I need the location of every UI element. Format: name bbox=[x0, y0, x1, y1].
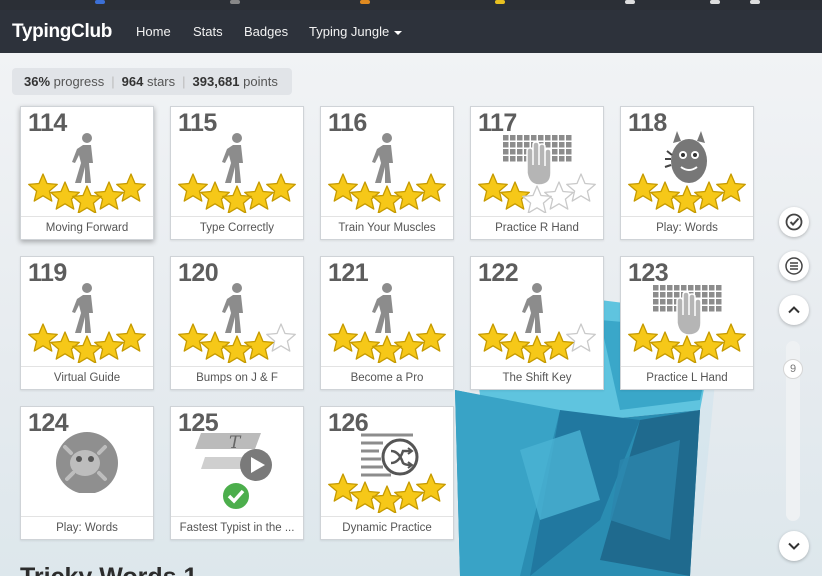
hamburger-menu-icon bbox=[785, 257, 803, 275]
progress-summary: 36% progress | 964 stars | 393,681 point… bbox=[12, 68, 292, 95]
star-filled-icon bbox=[716, 323, 746, 352]
star-filled-icon bbox=[478, 173, 508, 202]
points-count: 393,681 points bbox=[192, 74, 278, 89]
lesson-card-115[interactable]: 115 Type Correctly bbox=[170, 106, 304, 240]
completed-check-icon bbox=[221, 481, 251, 511]
lesson-card-123[interactable]: 123 Practice L Hand bbox=[620, 256, 754, 390]
lesson-title: Practice R Hand bbox=[471, 216, 603, 239]
lesson-title: Type Correctly bbox=[171, 216, 303, 239]
star-filled-icon bbox=[628, 323, 658, 352]
star-rating bbox=[178, 323, 296, 363]
browser-chrome-strip bbox=[0, 0, 822, 10]
star-filled-icon bbox=[328, 173, 358, 202]
star-rating bbox=[628, 173, 746, 213]
nav-badges-link[interactable]: Badges bbox=[244, 24, 288, 39]
star-empty-icon bbox=[266, 323, 296, 352]
star-filled-icon bbox=[116, 173, 146, 202]
check-progress-button[interactable] bbox=[779, 207, 809, 237]
star-filled-icon bbox=[328, 473, 358, 502]
star-filled-icon bbox=[416, 473, 446, 502]
star-filled-icon bbox=[672, 185, 702, 213]
game-character-icon bbox=[21, 429, 153, 494]
scroll-up-button[interactable] bbox=[779, 295, 809, 325]
lesson-card-125[interactable]: 125 T Fastest Typist in the ... bbox=[170, 406, 304, 540]
typing-jungle-label: Typing Jungle bbox=[309, 24, 390, 39]
lesson-title: The Shift Key bbox=[471, 366, 603, 389]
nav-typing-jungle-dropdown[interactable]: Typing Jungle bbox=[309, 24, 403, 39]
star-rating bbox=[628, 323, 746, 363]
lesson-title: Moving Forward bbox=[21, 216, 153, 239]
star-filled-icon bbox=[72, 185, 102, 213]
star-filled-icon bbox=[222, 185, 252, 213]
star-rating bbox=[28, 323, 146, 363]
star-filled-icon bbox=[116, 323, 146, 352]
star-filled-icon bbox=[372, 185, 402, 213]
star-filled-icon bbox=[628, 173, 658, 202]
lesson-card-122[interactable]: 122 The Shift Key bbox=[470, 256, 604, 390]
section-heading: Tricky Words 1 bbox=[20, 563, 197, 576]
lesson-card-124[interactable]: 124 Play: Words bbox=[20, 406, 154, 540]
lesson-title: Play: Words bbox=[621, 216, 753, 239]
star-rating bbox=[328, 173, 446, 213]
star-filled-icon bbox=[28, 173, 58, 202]
star-filled-icon bbox=[522, 335, 552, 363]
menu-button[interactable] bbox=[779, 251, 809, 281]
lesson-title: Train Your Muscles bbox=[321, 216, 453, 239]
lesson-title: Virtual Guide bbox=[21, 366, 153, 389]
lesson-title: Practice L Hand bbox=[621, 366, 753, 389]
level-scroll-marker[interactable]: 9 bbox=[783, 359, 803, 379]
star-filled-icon bbox=[672, 335, 702, 363]
check-circle-icon bbox=[785, 213, 803, 231]
star-rating bbox=[478, 323, 596, 363]
star-empty-icon bbox=[566, 323, 596, 352]
nav-stats-link[interactable]: Stats bbox=[193, 24, 223, 39]
star-empty-icon bbox=[566, 173, 596, 202]
lesson-card-117[interactable]: 117 Practice R Hand bbox=[470, 106, 604, 240]
star-filled-icon bbox=[372, 335, 402, 363]
chevron-up-icon bbox=[788, 306, 800, 314]
star-filled-icon bbox=[416, 173, 446, 202]
lesson-title: Dynamic Practice bbox=[321, 516, 453, 539]
star-rating bbox=[328, 323, 446, 363]
svg-text:T: T bbox=[229, 433, 242, 453]
star-filled-icon bbox=[222, 335, 252, 363]
star-filled-icon bbox=[28, 323, 58, 352]
lesson-card-114[interactable]: 114 Moving Forward bbox=[20, 106, 154, 240]
top-navbar: TypingClub Home Stats Badges Typing Jung… bbox=[0, 10, 822, 53]
lesson-card-121[interactable]: 121 Become a Pro bbox=[320, 256, 454, 390]
star-filled-icon bbox=[178, 173, 208, 202]
brand-logo[interactable]: TypingClub bbox=[12, 21, 112, 43]
star-empty-icon bbox=[522, 185, 552, 213]
lesson-card-119[interactable]: 119 Virtual Guide bbox=[20, 256, 154, 390]
star-filled-icon bbox=[178, 323, 208, 352]
nav-home-link[interactable]: Home bbox=[136, 24, 171, 39]
star-rating bbox=[478, 173, 596, 213]
lesson-card-120[interactable]: 120 Bumps on J & F bbox=[170, 256, 304, 390]
lesson-title: Play: Words bbox=[21, 516, 153, 539]
caret-down-icon bbox=[394, 30, 403, 35]
star-filled-icon bbox=[72, 335, 102, 363]
star-rating bbox=[28, 173, 146, 213]
star-filled-icon bbox=[478, 323, 508, 352]
lesson-card-116[interactable]: 116 Train Your Muscles bbox=[320, 106, 454, 240]
star-filled-icon bbox=[266, 173, 296, 202]
stars-count: 964 stars bbox=[121, 74, 176, 89]
scroll-down-button[interactable] bbox=[779, 531, 809, 561]
star-rating bbox=[328, 473, 446, 513]
star-filled-icon bbox=[328, 323, 358, 352]
lesson-title: Become a Pro bbox=[321, 366, 453, 389]
lesson-title: Fastest Typist in the ... bbox=[171, 516, 303, 539]
chevron-down-icon bbox=[788, 542, 800, 550]
star-rating bbox=[178, 173, 296, 213]
lesson-card-118[interactable]: 118 Play: Words bbox=[620, 106, 754, 240]
star-filled-icon bbox=[372, 485, 402, 513]
lesson-title: Bumps on J & F bbox=[171, 366, 303, 389]
star-filled-icon bbox=[416, 323, 446, 352]
star-filled-icon bbox=[716, 173, 746, 202]
lesson-card-126[interactable]: 126 Dynamic Practice bbox=[320, 406, 454, 540]
progress-percent: 36% progress bbox=[24, 74, 105, 89]
